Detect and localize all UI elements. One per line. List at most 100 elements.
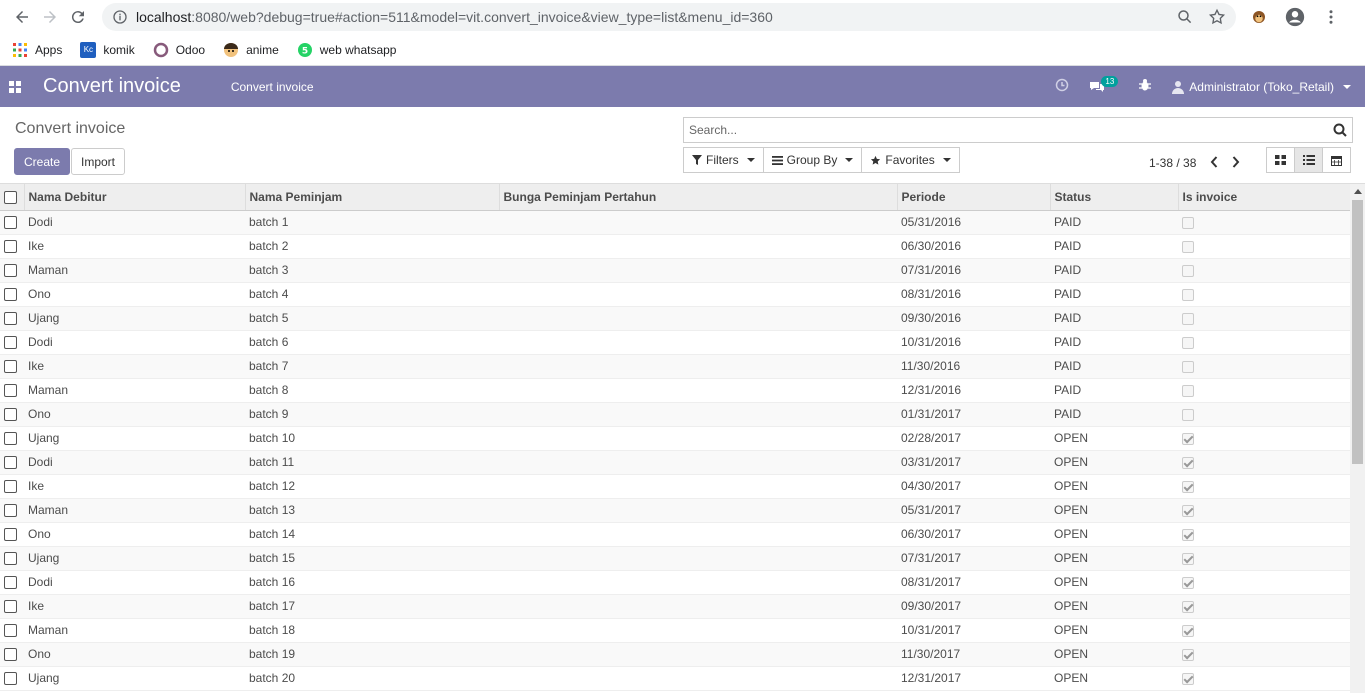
cell-bunga — [499, 642, 897, 667]
import-button[interactable]: Import — [71, 148, 126, 175]
bookmark-komik[interactable]: Kc komik — [80, 41, 135, 58]
row-select-checkbox[interactable] — [4, 264, 17, 278]
extension-monkey-icon[interactable] — [1248, 6, 1270, 28]
vertical-scrollbar[interactable] — [1350, 184, 1365, 693]
back-arrow-icon[interactable] — [8, 3, 36, 31]
chevron-right-icon[interactable] — [1232, 155, 1240, 171]
row-select-checkbox[interactable] — [4, 360, 17, 374]
table-row[interactable]: Ono batch 4 08/31/2016 PAID — [0, 282, 1350, 307]
table-row[interactable]: Dodi batch 1 05/31/2016 PAID — [0, 210, 1350, 235]
table-row[interactable]: Ono batch 9 01/31/2017 PAID — [0, 402, 1350, 427]
chevron-left-icon[interactable] — [1210, 155, 1218, 171]
address-bar[interactable]: localhost:8080/web?debug=true#action=511… — [102, 3, 1236, 31]
table-row[interactable]: Maman batch 18 10/31/2017 OPEN — [0, 618, 1350, 643]
row-select-checkbox[interactable] — [4, 456, 17, 470]
table-row[interactable]: Ono batch 14 06/30/2017 OPEN — [0, 522, 1350, 547]
table-row[interactable]: Ono batch 19 11/30/2017 OPEN — [0, 642, 1350, 667]
is-invoice-checkbox — [1182, 672, 1194, 685]
row-select-checkbox[interactable] — [4, 240, 17, 254]
row-select-checkbox[interactable] — [4, 216, 17, 230]
row-select-checkbox[interactable] — [4, 480, 17, 494]
table-row[interactable]: Dodi batch 11 03/31/2017 OPEN — [0, 450, 1350, 475]
table-row[interactable]: Ike batch 7 11/30/2016 PAID — [0, 354, 1350, 379]
messages-button[interactable]: 13 — [1089, 76, 1119, 94]
menu-dots-icon[interactable] — [1320, 6, 1342, 28]
row-select-checkbox[interactable] — [4, 648, 17, 662]
row-select-checkbox[interactable] — [4, 600, 17, 614]
scrollbar-thumb[interactable] — [1352, 200, 1363, 464]
row-select-checkbox[interactable] — [4, 384, 17, 398]
bookmark-apps[interactable]: Apps — [12, 42, 62, 58]
search-icon[interactable] — [1333, 123, 1347, 137]
bookmark-web-whatsapp[interactable]: 5 web whatsapp — [297, 42, 396, 58]
row-select-checkbox[interactable] — [4, 576, 17, 590]
cell-status: PAID — [1050, 354, 1178, 379]
table-row[interactable]: Ujang batch 20 12/31/2017 OPEN — [0, 666, 1350, 691]
list-view-button[interactable] — [1294, 147, 1323, 173]
info-icon[interactable] — [112, 9, 128, 25]
table-row[interactable]: Maman batch 13 05/31/2017 OPEN — [0, 498, 1350, 523]
row-select-checkbox[interactable] — [4, 432, 17, 446]
cell-nama-debitur: Ono — [24, 522, 245, 547]
table-row[interactable]: Dodi batch 6 10/31/2016 PAID — [0, 330, 1350, 355]
row-select-checkbox[interactable] — [4, 288, 17, 302]
group-by-button[interactable]: Group By — [762, 147, 863, 173]
row-select-checkbox[interactable] — [4, 408, 17, 422]
table-row[interactable]: Ike batch 12 04/30/2017 OPEN — [0, 474, 1350, 499]
search-bar — [683, 117, 1353, 143]
menu-item-convert-invoice[interactable]: Convert invoice — [231, 80, 314, 94]
table-row[interactable]: Dodi batch 16 08/31/2017 OPEN — [0, 570, 1350, 595]
table-row[interactable]: Ujang batch 15 07/31/2017 OPEN — [0, 546, 1350, 571]
cell-nama-peminjam: batch 16 — [245, 570, 499, 595]
table-row[interactable]: Ujang batch 10 02/28/2017 OPEN — [0, 426, 1350, 451]
kanban-view-button[interactable] — [1266, 147, 1295, 173]
cell-periode: 05/31/2017 — [897, 498, 1050, 523]
column-header-is-invoice[interactable]: Is invoice — [1177, 184, 1350, 211]
cell-is-invoice — [1178, 594, 1350, 619]
bookmark-anime[interactable]: anime — [223, 42, 279, 58]
row-select-checkbox[interactable] — [4, 672, 17, 686]
pager-value[interactable]: 1-38 / 38 — [1149, 156, 1196, 170]
clock-icon[interactable] — [1055, 78, 1069, 95]
app-switcher-icon[interactable] — [0, 80, 30, 93]
debug-bug-icon[interactable] — [1138, 78, 1152, 95]
filters-button[interactable]: Filters — [683, 147, 764, 173]
cell-is-invoice — [1178, 306, 1350, 331]
column-header-periode[interactable]: Periode — [896, 184, 1050, 211]
calendar-view-button[interactable] — [1322, 147, 1351, 173]
cell-bunga — [499, 306, 897, 331]
table-row[interactable]: Ike batch 17 09/30/2017 OPEN — [0, 594, 1350, 619]
table-row[interactable]: Maman batch 8 12/31/2016 PAID — [0, 378, 1350, 403]
table-row[interactable]: Ike batch 2 06/30/2016 PAID — [0, 234, 1350, 259]
cell-bunga — [499, 282, 897, 307]
user-menu[interactable]: Administrator (Toko_Retail) — [1172, 80, 1351, 94]
create-button[interactable]: Create — [14, 148, 71, 175]
row-select-checkbox[interactable] — [4, 624, 17, 638]
row-select-checkbox[interactable] — [4, 336, 17, 350]
star-bookmark-icon[interactable] — [1208, 8, 1226, 26]
table-row[interactable]: Maman batch 3 07/31/2016 PAID — [0, 258, 1350, 283]
row-select-checkbox[interactable] — [4, 504, 17, 518]
reload-icon[interactable] — [64, 3, 92, 31]
column-header-status[interactable]: Status — [1049, 184, 1178, 211]
profile-avatar-icon[interactable] — [1284, 6, 1306, 28]
search-input[interactable] — [689, 123, 1333, 137]
column-header-bunga[interactable]: Bunga Peminjam Pertahun — [498, 184, 897, 211]
app-title[interactable]: Convert invoice — [43, 75, 181, 98]
scroll-up-icon[interactable] — [1354, 189, 1362, 194]
row-select-checkbox[interactable] — [4, 552, 17, 566]
bookmark-odoo[interactable]: Odoo — [153, 42, 205, 58]
column-header-nama-debitur[interactable]: Nama Debitur — [23, 184, 245, 211]
cell-is-invoice — [1178, 522, 1350, 547]
favorites-button[interactable]: Favorites — [861, 147, 960, 173]
zoom-icon[interactable] — [1176, 8, 1194, 26]
cell-periode: 07/31/2017 — [897, 546, 1050, 571]
column-header-nama-peminjam[interactable]: Nama Peminjam — [244, 184, 499, 211]
row-select-checkbox[interactable] — [4, 312, 17, 326]
cell-status: OPEN — [1050, 426, 1178, 451]
row-select-checkbox[interactable] — [4, 528, 17, 542]
table-row[interactable]: Ujang batch 5 09/30/2016 PAID — [0, 306, 1350, 331]
cell-nama-peminjam: batch 8 — [245, 378, 499, 403]
select-all-checkbox[interactable] — [4, 190, 17, 204]
forward-arrow-icon[interactable] — [36, 3, 64, 31]
